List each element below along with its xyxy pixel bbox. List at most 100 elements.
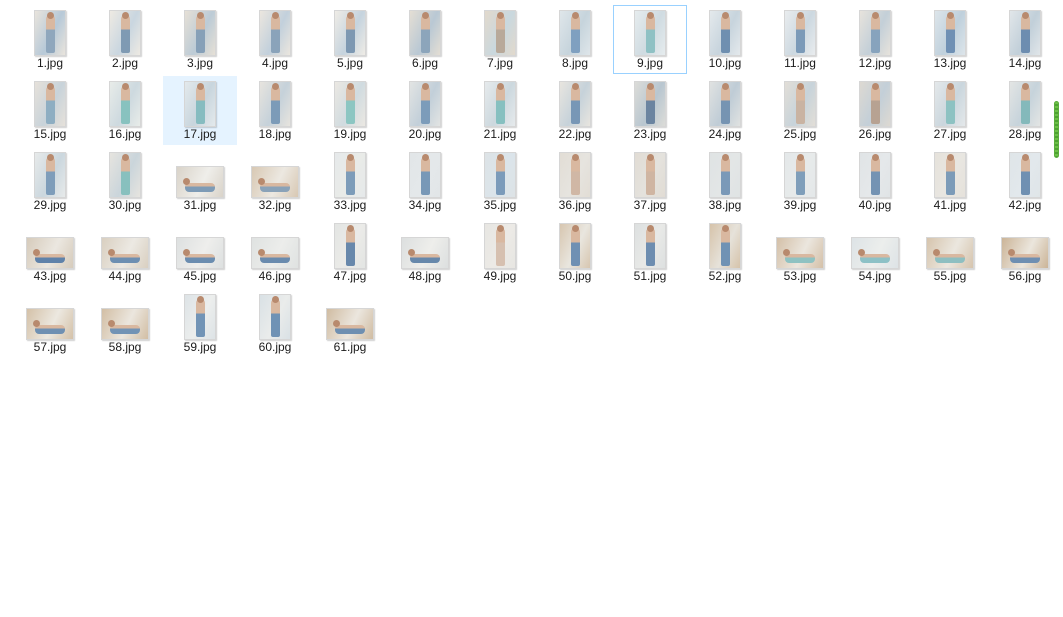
thumbnail-subject (1021, 14, 1031, 54)
image-thumbnail (784, 81, 816, 127)
file-item[interactable]: 61.jpg (313, 289, 387, 358)
thumbnail-frame (614, 6, 686, 56)
file-item[interactable]: 32.jpg (238, 147, 312, 216)
image-thumbnail (484, 10, 516, 56)
file-name: 38.jpg (708, 198, 742, 212)
file-item[interactable]: 10.jpg (688, 5, 762, 74)
file-item[interactable]: 36.jpg (538, 147, 612, 216)
thumbnail-subject (185, 253, 215, 263)
image-thumbnail (101, 237, 149, 269)
thumbnail-subject (1010, 253, 1040, 263)
file-item[interactable]: 48.jpg (388, 218, 462, 287)
file-item[interactable]: 31.jpg (163, 147, 237, 216)
thumbnail-subject (871, 156, 881, 196)
image-thumbnail (1009, 152, 1041, 198)
file-item[interactable]: 15.jpg (13, 76, 87, 145)
file-item[interactable]: 18.jpg (238, 76, 312, 145)
file-item[interactable]: 7.jpg (463, 5, 537, 74)
file-item[interactable]: 34.jpg (388, 147, 462, 216)
vertical-scrollbar[interactable] (1050, 0, 1063, 617)
file-item[interactable]: 22.jpg (538, 76, 612, 145)
thumbnail-subject (110, 253, 140, 263)
thumbnail-subject (260, 253, 290, 263)
thumbnail-subject (785, 253, 815, 263)
file-item[interactable]: 29.jpg (13, 147, 87, 216)
file-item[interactable]: 50.jpg (538, 218, 612, 287)
file-item[interactable]: 44.jpg (88, 218, 162, 287)
file-item[interactable]: 46.jpg (238, 218, 312, 287)
image-thumbnail (259, 10, 291, 56)
file-item[interactable]: 8.jpg (538, 5, 612, 74)
file-item[interactable]: 12.jpg (838, 5, 912, 74)
file-item[interactable]: 54.jpg (838, 218, 912, 287)
file-item[interactable]: 25.jpg (763, 76, 837, 145)
file-item[interactable]: 52.jpg (688, 218, 762, 287)
file-name: 60.jpg (258, 340, 292, 354)
file-item[interactable]: 47.jpg (313, 218, 387, 287)
file-item[interactable]: 21.jpg (463, 76, 537, 145)
scrollbar-thumb[interactable] (1054, 101, 1059, 158)
file-item[interactable]: 41.jpg (913, 147, 987, 216)
file-item[interactable]: 33.jpg (313, 147, 387, 216)
file-item[interactable]: 26.jpg (838, 76, 912, 145)
thumbnail-frame (839, 77, 911, 127)
file-item[interactable]: 43.jpg (13, 218, 87, 287)
file-item[interactable]: 60.jpg (238, 289, 312, 358)
file-item[interactable]: 45.jpg (163, 218, 237, 287)
file-item[interactable]: 19.jpg (313, 76, 387, 145)
file-item[interactable]: 40.jpg (838, 147, 912, 216)
file-item[interactable]: 24.jpg (688, 76, 762, 145)
file-item[interactable]: 27.jpg (913, 76, 987, 145)
file-item[interactable]: 37.jpg (613, 147, 687, 216)
thumbnail-subject (571, 85, 581, 125)
file-item[interactable]: 35.jpg (463, 147, 537, 216)
file-item[interactable]: 13.jpg (913, 5, 987, 74)
file-item[interactable]: 30.jpg (88, 147, 162, 216)
file-item[interactable]: 57.jpg (13, 289, 87, 358)
file-item[interactable]: 9.jpg (613, 5, 687, 74)
thumbnail-frame (314, 148, 386, 198)
thumbnail-subject-head (1007, 249, 1015, 257)
thumbnail-frame (539, 6, 611, 56)
file-item[interactable]: 6.jpg (388, 5, 462, 74)
thumbnail-frame (614, 219, 686, 269)
file-item[interactable]: 1.jpg (13, 5, 87, 74)
image-thumbnail (176, 166, 224, 198)
thumbnail-frame (314, 6, 386, 56)
image-thumbnail (634, 223, 666, 269)
thumbnail-frame (89, 290, 161, 340)
file-item[interactable]: 51.jpg (613, 218, 687, 287)
file-item[interactable]: 58.jpg (88, 289, 162, 358)
file-item[interactable]: 53.jpg (763, 218, 837, 287)
file-item[interactable]: 17.jpg (163, 76, 237, 145)
file-item[interactable]: 2.jpg (88, 5, 162, 74)
thumbnail-frame (89, 219, 161, 269)
file-name: 15.jpg (33, 127, 67, 141)
file-item[interactable]: 55.jpg (913, 218, 987, 287)
file-item[interactable]: 5.jpg (313, 5, 387, 74)
image-thumbnail (484, 152, 516, 198)
thumbnail-frame (164, 6, 236, 56)
file-name: 52.jpg (708, 269, 742, 283)
file-name: 3.jpg (186, 56, 214, 70)
file-item[interactable]: 39.jpg (763, 147, 837, 216)
image-thumbnail (934, 10, 966, 56)
file-item[interactable]: 59.jpg (163, 289, 237, 358)
file-item[interactable]: 49.jpg (463, 218, 537, 287)
thumbnail-subject (271, 14, 281, 54)
file-item[interactable]: 11.jpg (763, 5, 837, 74)
file-name: 21.jpg (483, 127, 517, 141)
file-item[interactable]: 4.jpg (238, 5, 312, 74)
file-item[interactable]: 20.jpg (388, 76, 462, 145)
file-item[interactable]: 3.jpg (163, 5, 237, 74)
image-thumbnail (559, 223, 591, 269)
thumbnail-frame (389, 77, 461, 127)
thumbnail-subject (271, 85, 281, 125)
file-item[interactable]: 38.jpg (688, 147, 762, 216)
file-item[interactable]: 16.jpg (88, 76, 162, 145)
file-item[interactable]: 23.jpg (613, 76, 687, 145)
thumbnail-subject (721, 85, 731, 125)
file-name: 1.jpg (36, 56, 64, 70)
image-thumbnail (559, 81, 591, 127)
file-name: 7.jpg (486, 56, 514, 70)
